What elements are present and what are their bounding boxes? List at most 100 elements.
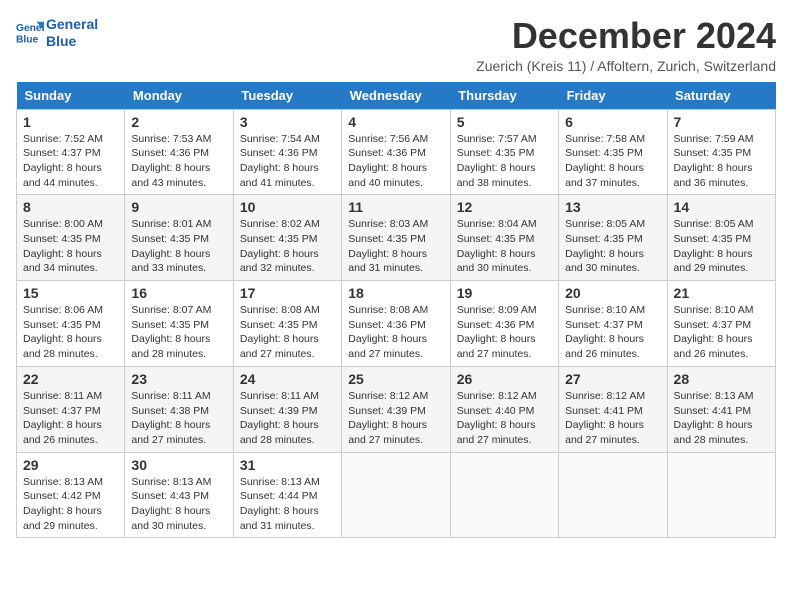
- day-number: 20: [565, 285, 660, 301]
- day-info: Sunrise: 7:59 AM Sunset: 4:35 PM Dayligh…: [674, 132, 769, 191]
- day-number: 25: [348, 371, 443, 387]
- day-number: 10: [240, 199, 335, 215]
- calendar-cell: [450, 452, 558, 538]
- logo: General Blue General Blue: [16, 16, 98, 50]
- header-friday: Friday: [559, 82, 667, 110]
- day-info: Sunrise: 8:11 AM Sunset: 4:39 PM Dayligh…: [240, 389, 335, 448]
- day-number: 14: [674, 199, 769, 215]
- day-info: Sunrise: 7:58 AM Sunset: 4:35 PM Dayligh…: [565, 132, 660, 191]
- month-title: December 2024: [476, 16, 776, 56]
- day-number: 26: [457, 371, 552, 387]
- calendar-cell: 6 Sunrise: 7:58 AM Sunset: 4:35 PM Daylig…: [559, 109, 667, 195]
- day-info: Sunrise: 8:13 AM Sunset: 4:43 PM Dayligh…: [131, 475, 226, 534]
- calendar-cell: 12Sunrise: 8:04 AM Sunset: 4:35 PM Dayli…: [450, 195, 558, 281]
- day-number: 12: [457, 199, 552, 215]
- day-info: Sunrise: 8:06 AM Sunset: 4:35 PM Dayligh…: [23, 303, 118, 362]
- day-info: Sunrise: 8:05 AM Sunset: 4:35 PM Dayligh…: [674, 217, 769, 276]
- calendar-cell: 1 Sunrise: 7:52 AM Sunset: 4:37 PM Daylig…: [17, 109, 125, 195]
- week-row-5: 29 Sunrise: 8:13 AM Sunset: 4:42 PM Dayli…: [17, 452, 776, 538]
- day-info: Sunrise: 8:11 AM Sunset: 4:37 PM Dayligh…: [23, 389, 118, 448]
- calendar-cell: 13 Sunrise: 8:05 AM Sunset: 4:35 PM Dayli…: [559, 195, 667, 281]
- day-number: 8: [23, 199, 118, 215]
- day-number: 30: [131, 457, 226, 473]
- day-number: 9: [131, 199, 226, 215]
- day-info: Sunrise: 8:09 AM Sunset: 4:36 PM Dayligh…: [457, 303, 552, 362]
- day-number: 1: [23, 114, 118, 130]
- calendar-cell: 29 Sunrise: 8:13 AM Sunset: 4:42 PM Dayli…: [17, 452, 125, 538]
- header-sunday: Sunday: [17, 82, 125, 110]
- calendar-cell: 3 Sunrise: 7:54 AM Sunset: 4:36 PM Daylig…: [233, 109, 341, 195]
- day-info: Sunrise: 8:03 AM Sunset: 4:35 PM Dayligh…: [348, 217, 443, 276]
- day-info: Sunrise: 7:56 AM Sunset: 4:36 PM Dayligh…: [348, 132, 443, 191]
- day-number: 7: [674, 114, 769, 130]
- day-number: 13: [565, 199, 660, 215]
- day-number: 23: [131, 371, 226, 387]
- header-saturday: Saturday: [667, 82, 775, 110]
- title-block: December 2024 Zuerich (Kreis 11) / Affol…: [476, 16, 776, 74]
- day-info: Sunrise: 8:12 AM Sunset: 4:40 PM Dayligh…: [457, 389, 552, 448]
- calendar-table: SundayMondayTuesdayWednesdayThursdayFrid…: [16, 82, 776, 539]
- calendar-body: 1 Sunrise: 7:52 AM Sunset: 4:37 PM Daylig…: [17, 109, 776, 538]
- day-info: Sunrise: 8:00 AM Sunset: 4:35 PM Dayligh…: [23, 217, 118, 276]
- header-thursday: Thursday: [450, 82, 558, 110]
- day-info: Sunrise: 7:52 AM Sunset: 4:37 PM Dayligh…: [23, 132, 118, 191]
- day-info: Sunrise: 7:54 AM Sunset: 4:36 PM Dayligh…: [240, 132, 335, 191]
- week-row-2: 8 Sunrise: 8:00 AM Sunset: 4:35 PM Daylig…: [17, 195, 776, 281]
- day-number: 4: [348, 114, 443, 130]
- logo-line1: General: [46, 16, 98, 33]
- day-info: Sunrise: 8:13 AM Sunset: 4:42 PM Dayligh…: [23, 475, 118, 534]
- day-info: Sunrise: 8:12 AM Sunset: 4:41 PM Dayligh…: [565, 389, 660, 448]
- day-number: 6: [565, 114, 660, 130]
- day-number: 18: [348, 285, 443, 301]
- day-number: 28: [674, 371, 769, 387]
- calendar-cell: 28 Sunrise: 8:13 AM Sunset: 4:41 PM Dayli…: [667, 366, 775, 452]
- day-number: 29: [23, 457, 118, 473]
- calendar-cell: 18Sunrise: 8:08 AM Sunset: 4:36 PM Dayli…: [342, 281, 450, 367]
- day-info: Sunrise: 8:12 AM Sunset: 4:39 PM Dayligh…: [348, 389, 443, 448]
- calendar-cell: 8 Sunrise: 8:00 AM Sunset: 4:35 PM Daylig…: [17, 195, 125, 281]
- calendar-cell: [667, 452, 775, 538]
- day-number: 21: [674, 285, 769, 301]
- header-tuesday: Tuesday: [233, 82, 341, 110]
- svg-text:Blue: Blue: [16, 34, 39, 45]
- day-info: Sunrise: 7:53 AM Sunset: 4:36 PM Dayligh…: [131, 132, 226, 191]
- week-row-3: 15 Sunrise: 8:06 AM Sunset: 4:35 PM Dayli…: [17, 281, 776, 367]
- day-info: Sunrise: 8:05 AM Sunset: 4:35 PM Dayligh…: [565, 217, 660, 276]
- calendar-cell: 24 Sunrise: 8:11 AM Sunset: 4:39 PM Dayli…: [233, 366, 341, 452]
- calendar-cell: 9Sunrise: 8:01 AM Sunset: 4:35 PM Daylig…: [125, 195, 233, 281]
- calendar-cell: [342, 452, 450, 538]
- day-number: 27: [565, 371, 660, 387]
- calendar-cell: 14 Sunrise: 8:05 AM Sunset: 4:35 PM Dayli…: [667, 195, 775, 281]
- calendar-cell: 31 Sunrise: 8:13 AM Sunset: 4:44 PM Dayli…: [233, 452, 341, 538]
- calendar-cell: 17Sunrise: 8:08 AM Sunset: 4:35 PM Dayli…: [233, 281, 341, 367]
- day-info: Sunrise: 7:57 AM Sunset: 4:35 PM Dayligh…: [457, 132, 552, 191]
- day-info: Sunrise: 8:11 AM Sunset: 4:38 PM Dayligh…: [131, 389, 226, 448]
- calendar-cell: 22Sunrise: 8:11 AM Sunset: 4:37 PM Dayli…: [17, 366, 125, 452]
- day-number: 3: [240, 114, 335, 130]
- calendar-cell: 25 Sunrise: 8:12 AM Sunset: 4:39 PM Dayli…: [342, 366, 450, 452]
- logo-icon: General Blue: [16, 18, 44, 46]
- day-number: 31: [240, 457, 335, 473]
- calendar-cell: 26 Sunrise: 8:12 AM Sunset: 4:40 PM Dayli…: [450, 366, 558, 452]
- logo-line2: Blue: [46, 33, 98, 50]
- day-number: 19: [457, 285, 552, 301]
- calendar-cell: 16 Sunrise: 8:07 AM Sunset: 4:35 PM Dayli…: [125, 281, 233, 367]
- calendar-cell: 7 Sunrise: 7:59 AM Sunset: 4:35 PM Daylig…: [667, 109, 775, 195]
- calendar-cell: 11Sunrise: 8:03 AM Sunset: 4:35 PM Dayli…: [342, 195, 450, 281]
- calendar-cell: 21 Sunrise: 8:10 AM Sunset: 4:37 PM Dayli…: [667, 281, 775, 367]
- calendar-cell: 15 Sunrise: 8:06 AM Sunset: 4:35 PM Dayli…: [17, 281, 125, 367]
- day-number: 5: [457, 114, 552, 130]
- day-info: Sunrise: 8:10 AM Sunset: 4:37 PM Dayligh…: [565, 303, 660, 362]
- calendar-header-row: SundayMondayTuesdayWednesdayThursdayFrid…: [17, 82, 776, 110]
- day-info: Sunrise: 8:10 AM Sunset: 4:37 PM Dayligh…: [674, 303, 769, 362]
- day-info: Sunrise: 8:08 AM Sunset: 4:35 PM Dayligh…: [240, 303, 335, 362]
- calendar-cell: 4 Sunrise: 7:56 AM Sunset: 4:36 PM Daylig…: [342, 109, 450, 195]
- day-number: 15: [23, 285, 118, 301]
- day-info: Sunrise: 8:13 AM Sunset: 4:44 PM Dayligh…: [240, 475, 335, 534]
- day-number: 16: [131, 285, 226, 301]
- week-row-4: 22Sunrise: 8:11 AM Sunset: 4:37 PM Dayli…: [17, 366, 776, 452]
- day-info: Sunrise: 8:07 AM Sunset: 4:35 PM Dayligh…: [131, 303, 226, 362]
- day-number: 24: [240, 371, 335, 387]
- calendar-cell: [559, 452, 667, 538]
- day-info: Sunrise: 8:13 AM Sunset: 4:41 PM Dayligh…: [674, 389, 769, 448]
